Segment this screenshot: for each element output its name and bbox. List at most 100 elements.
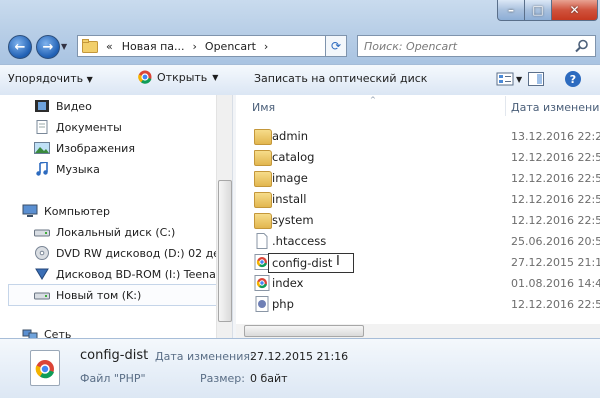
- rename-value: config-dist: [272, 256, 333, 270]
- help-icon: ?: [569, 72, 577, 86]
- explorer-window: – □ ✕ ← → ▼ « Новая па... › Opencart › ▼…: [0, 0, 600, 398]
- list-item[interactable]: image 12.12.2016 22:55: [248, 168, 600, 188]
- view-dropdown-icon[interactable]: ▼: [516, 75, 522, 84]
- list-item[interactable]: system 12.12.2016 22:55: [248, 210, 600, 230]
- music-icon: [36, 162, 48, 176]
- file-date: 13.12.2016 22:23: [511, 129, 600, 143]
- nav-label: Музыка: [56, 162, 100, 176]
- picture-icon: [34, 142, 50, 154]
- nav-label: Документы: [56, 120, 122, 134]
- address-prefix[interactable]: «: [106, 40, 113, 53]
- text-cursor-icon: I: [336, 254, 340, 269]
- breadcrumb-separator[interactable]: ›: [193, 40, 197, 53]
- search-input[interactable]: Поиск: Opencart: [357, 35, 596, 57]
- dvd-icon: [35, 246, 49, 260]
- list-item[interactable]: php 12.12.2016 22:55: [248, 294, 600, 314]
- view-options-icon[interactable]: [496, 72, 514, 90]
- file-name: system: [272, 213, 314, 227]
- disk-icon: [34, 229, 50, 237]
- nav-label: Локальный диск (C:): [56, 225, 176, 239]
- file-name: admin: [272, 129, 309, 143]
- video-icon: [35, 100, 49, 112]
- folder-icon: [254, 213, 272, 229]
- nav-item-computer[interactable]: Компьютер: [22, 202, 110, 220]
- nav-item-network[interactable]: Сеть: [22, 328, 71, 338]
- minimize-icon: –: [508, 3, 514, 17]
- nav-item-new-volume-k[interactable]: Новый том (K:): [34, 286, 141, 304]
- list-item[interactable]: install 12.12.2016 22:55: [248, 189, 600, 209]
- file-icon: [256, 233, 268, 249]
- nav-item-music[interactable]: Музыка: [34, 160, 100, 178]
- breadcrumb-separator[interactable]: ›: [264, 40, 268, 53]
- details-size-value: 0 байт: [250, 372, 288, 385]
- minimize-button[interactable]: –: [497, 0, 525, 21]
- help-button[interactable]: ?: [565, 71, 581, 87]
- search-icon: [575, 39, 588, 53]
- file-date: 01.08.2016 14:42: [511, 276, 600, 290]
- recent-pages-dropdown[interactable]: ▼: [61, 42, 67, 51]
- open-button[interactable]: Открыть ▼: [138, 70, 218, 84]
- column-header-name[interactable]: Имя: [252, 101, 275, 114]
- file-list-h-scroll-thumb[interactable]: [244, 325, 364, 337]
- file-date: 12.12.2016 22:55: [511, 192, 600, 206]
- details-type: Файл "PHP": [80, 372, 146, 385]
- nav-label: DVD RW дисковод (D:) 02 дек: [56, 246, 227, 260]
- close-icon: ✕: [569, 3, 580, 17]
- column-separator[interactable]: [505, 96, 506, 116]
- burn-disc-button[interactable]: Записать на оптический диск: [254, 72, 427, 85]
- nav-label: Дисковод BD-ROM (I:) Teenag: [56, 267, 223, 281]
- nav-item-documents[interactable]: Документы: [34, 118, 122, 136]
- nav-pane-scroll-thumb[interactable]: [218, 180, 232, 322]
- nav-item-bd-rom-i[interactable]: Дисковод BD-ROM (I:) Teenag: [34, 265, 223, 283]
- computer-icon: [22, 204, 38, 217]
- file-name: .htaccess: [272, 234, 327, 248]
- column-header-date[interactable]: Дата изменения: [511, 101, 600, 114]
- address-bar[interactable]: « Новая па... › Opencart › ▼: [77, 35, 347, 57]
- forward-button[interactable]: →: [36, 35, 60, 59]
- document-icon: [36, 120, 48, 134]
- chrome-icon: [254, 275, 270, 291]
- refresh-icon: ⟳: [330, 39, 342, 53]
- nav-label: Изображения: [56, 141, 135, 155]
- nav-item-local-disk-c[interactable]: Локальный диск (C:): [34, 223, 175, 241]
- breadcrumb-new-volume[interactable]: Новая па...: [122, 40, 185, 53]
- preview-pane-icon[interactable]: [528, 72, 546, 90]
- close-button[interactable]: ✕: [551, 0, 598, 21]
- organize-button[interactable]: Упорядочить ▼: [8, 72, 93, 85]
- breadcrumb-opencart[interactable]: Opencart: [205, 40, 256, 53]
- details-file-name: config-dist: [80, 348, 149, 363]
- details-size-label: Размер:: [200, 372, 245, 385]
- file-name: image: [272, 171, 308, 185]
- refresh-button[interactable]: ⟳: [325, 35, 347, 57]
- file-date: 12.12.2016 22:55: [511, 171, 600, 185]
- php-file-icon: [255, 296, 269, 312]
- list-item[interactable]: admin 13.12.2016 22:23: [248, 126, 600, 146]
- list-item[interactable]: .htaccess 25.06.2016 20:57: [248, 231, 600, 251]
- list-item[interactable]: catalog 12.12.2016 22:55: [248, 147, 600, 167]
- rename-input[interactable]: config-dist I: [268, 253, 354, 273]
- file-date: 25.06.2016 20:57: [511, 234, 600, 248]
- folder-icon: [254, 171, 272, 187]
- back-button[interactable]: ←: [8, 35, 32, 59]
- file-date: 12.12.2016 22:55: [511, 213, 600, 227]
- nav-label: Новый том (K:): [56, 288, 142, 302]
- chevron-down-icon: ▼: [86, 75, 93, 84]
- file-name: catalog: [272, 150, 315, 164]
- file-name: install: [272, 192, 307, 206]
- folder-icon: [254, 150, 272, 166]
- chrome-icon: [35, 360, 54, 379]
- nav-item-pictures[interactable]: Изображения: [34, 139, 135, 157]
- nav-item-dvd-d[interactable]: DVD RW дисковод (D:) 02 дек: [34, 244, 227, 262]
- organize-label: Упорядочить: [8, 72, 84, 85]
- disk-icon: [34, 292, 50, 300]
- nav-label: Компьютер: [44, 204, 110, 218]
- nav-item-video[interactable]: Видео: [34, 97, 92, 115]
- list-item[interactable]: index 01.08.2016 14:42: [248, 273, 600, 293]
- file-date: 12.12.2016 22:55: [511, 297, 600, 311]
- nav-label: Сеть: [44, 328, 72, 338]
- file-date: 12.12.2016 22:55: [511, 150, 600, 164]
- folder-icon: [254, 129, 272, 145]
- maximize-button[interactable]: □: [524, 0, 552, 21]
- folder-icon: [82, 39, 98, 53]
- file-date: 27.12.2015 21:16: [511, 255, 600, 269]
